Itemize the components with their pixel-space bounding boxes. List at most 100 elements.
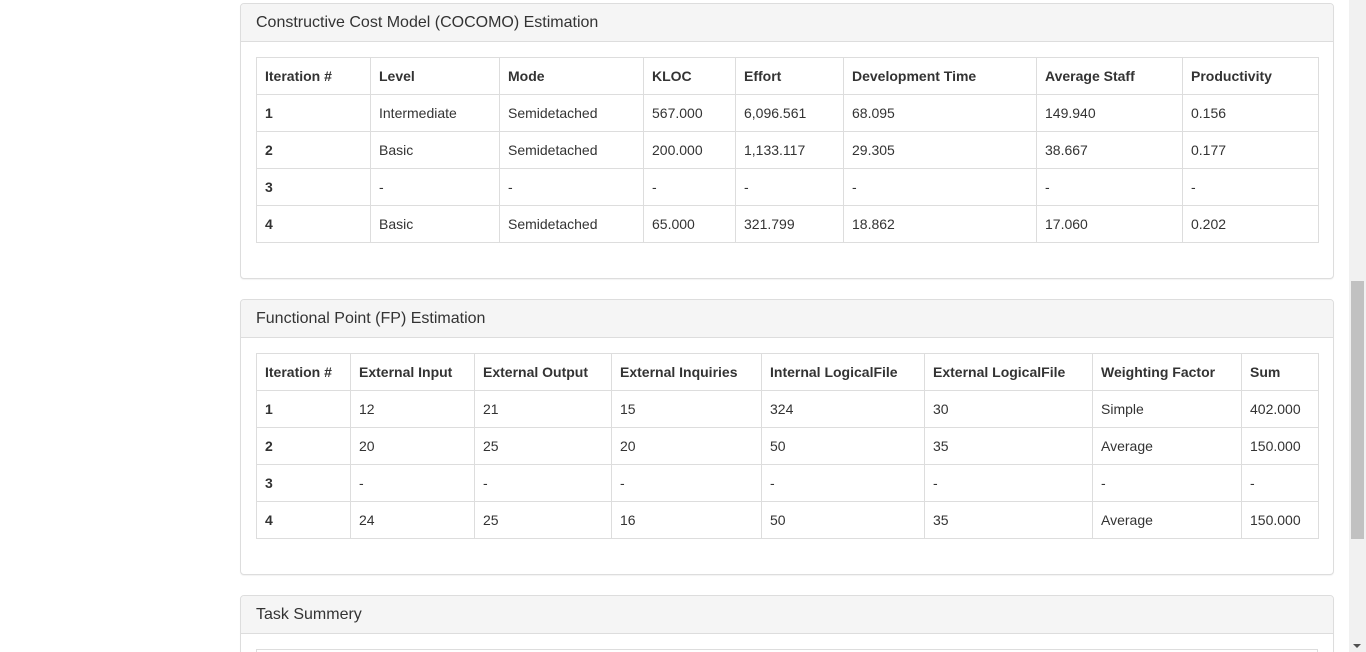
cell-mode: -	[499, 168, 644, 206]
cocomo-table: Iteration # Level Mode KLOC Effort Devel…	[256, 57, 1319, 243]
cell-external-logicalfile: 35	[924, 427, 1093, 465]
column-header-effort: Effort	[735, 57, 844, 95]
cell-iteration: 4	[256, 205, 371, 243]
fp-panel-title: Functional Point (FP) Estimation	[241, 300, 1333, 338]
cell-kloc: 567.000	[643, 94, 736, 132]
cell-productivity: -	[1182, 168, 1319, 206]
column-header-kloc: KLOC	[643, 57, 736, 95]
cell-weighting-factor: Average	[1092, 427, 1242, 465]
column-header-iteration: Iteration #	[256, 353, 351, 391]
cell-weighting-factor: Simple	[1092, 390, 1242, 428]
column-header-external-inquiries: External Inquiries	[611, 353, 762, 391]
cell-external-output: 25	[474, 427, 612, 465]
cell-effort: 6,096.561	[735, 94, 844, 132]
fp-table: Iteration # External Input External Outp…	[256, 353, 1319, 539]
fp-header-row: Iteration # External Input External Outp…	[256, 353, 1319, 391]
cell-external-input: 24	[350, 501, 475, 539]
cell-effort: 1,133.117	[735, 131, 844, 169]
cell-sum: -	[1241, 464, 1319, 502]
cell-mode: Semidetached	[499, 131, 644, 169]
cell-average-staff: 149.940	[1036, 94, 1183, 132]
cell-external-logicalfile: -	[924, 464, 1093, 502]
cell-external-logicalfile: 35	[924, 501, 1093, 539]
cell-productivity: 0.202	[1182, 205, 1319, 243]
column-header-internal-logicalfile: Internal LogicalFile	[761, 353, 925, 391]
column-header-iteration: Iteration #	[256, 57, 371, 95]
cell-external-input: 12	[350, 390, 475, 428]
column-header-sum: Sum	[1241, 353, 1319, 391]
column-header-external-output: External Output	[474, 353, 612, 391]
task-summary-panel-title: Task Summery	[241, 596, 1333, 634]
cell-external-inquiries: 16	[611, 501, 762, 539]
scroll-down-arrow-icon[interactable]	[1353, 644, 1361, 648]
cell-average-staff: 17.060	[1036, 205, 1183, 243]
cell-iteration: 4	[256, 501, 351, 539]
fp-panel: Functional Point (FP) Estimation Iterati…	[240, 299, 1334, 575]
task-summary-panel: Task Summery	[240, 595, 1334, 652]
cocomo-header-row: Iteration # Level Mode KLOC Effort Devel…	[256, 57, 1319, 95]
cell-productivity: 0.177	[1182, 131, 1319, 169]
table-row: 3 - - - - - - -	[256, 168, 1319, 206]
cell-mode: Semidetached	[499, 94, 644, 132]
cell-iteration: 1	[256, 94, 371, 132]
cell-external-inquiries: 15	[611, 390, 762, 428]
column-header-external-input: External Input	[350, 353, 475, 391]
cell-iteration: 3	[256, 168, 371, 206]
cell-external-inquiries: 20	[611, 427, 762, 465]
cell-internal-logicalfile: 50	[761, 501, 925, 539]
cell-development-time: -	[843, 168, 1037, 206]
cell-internal-logicalfile: 324	[761, 390, 925, 428]
cell-productivity: 0.156	[1182, 94, 1319, 132]
cell-sum: 402.000	[1241, 390, 1319, 428]
cell-development-time: 18.862	[843, 205, 1037, 243]
cell-iteration: 2	[256, 427, 351, 465]
task-summary-panel-body	[241, 634, 1333, 652]
table-row: 3 - - - - - - -	[256, 464, 1319, 502]
column-header-average-staff: Average Staff	[1036, 57, 1183, 95]
cell-external-output: 21	[474, 390, 612, 428]
cell-internal-logicalfile: -	[761, 464, 925, 502]
column-header-weighting-factor: Weighting Factor	[1092, 353, 1242, 391]
column-header-external-logicalfile: External LogicalFile	[924, 353, 1093, 391]
cell-external-input: -	[350, 464, 475, 502]
cell-level: Intermediate	[370, 94, 500, 132]
cell-level: Basic	[370, 131, 500, 169]
table-row: 1 12 21 15 324 30 Simple 402.000	[256, 390, 1319, 428]
cell-mode: Semidetached	[499, 205, 644, 243]
column-header-mode: Mode	[499, 57, 644, 95]
cell-iteration: 3	[256, 464, 351, 502]
cocomo-panel-body: Iteration # Level Mode KLOC Effort Devel…	[241, 42, 1333, 258]
table-row: 2 20 25 20 50 35 Average 150.000	[256, 427, 1319, 465]
cell-sum: 150.000	[1241, 427, 1319, 465]
cell-weighting-factor: Average	[1092, 501, 1242, 539]
table-row: 4 Basic Semidetached 65.000 321.799 18.8…	[256, 205, 1319, 243]
cell-effort: 321.799	[735, 205, 844, 243]
cell-level: Basic	[370, 205, 500, 243]
cell-external-inquiries: -	[611, 464, 762, 502]
cell-weighting-factor: -	[1092, 464, 1242, 502]
cell-internal-logicalfile: 50	[761, 427, 925, 465]
cell-external-output: 25	[474, 501, 612, 539]
cell-external-input: 20	[350, 427, 475, 465]
column-header-development-time: Development Time	[843, 57, 1037, 95]
vertical-scrollbar[interactable]	[1349, 0, 1366, 652]
cell-kloc: -	[643, 168, 736, 206]
cell-sum: 150.000	[1241, 501, 1319, 539]
scrollbar-thumb[interactable]	[1351, 281, 1364, 539]
column-header-productivity: Productivity	[1182, 57, 1319, 95]
column-header-level: Level	[370, 57, 500, 95]
cell-iteration: 2	[256, 131, 371, 169]
table-row: 4 24 25 16 50 35 Average 150.000	[256, 501, 1319, 539]
cell-development-time: 68.095	[843, 94, 1037, 132]
cell-average-staff: -	[1036, 168, 1183, 206]
page: Constructive Cost Model (COCOMO) Estimat…	[0, 0, 1366, 652]
cell-external-logicalfile: 30	[924, 390, 1093, 428]
cell-external-output: -	[474, 464, 612, 502]
cocomo-panel-title: Constructive Cost Model (COCOMO) Estimat…	[241, 4, 1333, 42]
cell-development-time: 29.305	[843, 131, 1037, 169]
cocomo-panel: Constructive Cost Model (COCOMO) Estimat…	[240, 3, 1334, 279]
cell-effort: -	[735, 168, 844, 206]
cell-kloc: 65.000	[643, 205, 736, 243]
fp-panel-body: Iteration # External Input External Outp…	[241, 338, 1333, 554]
cell-iteration: 1	[256, 390, 351, 428]
